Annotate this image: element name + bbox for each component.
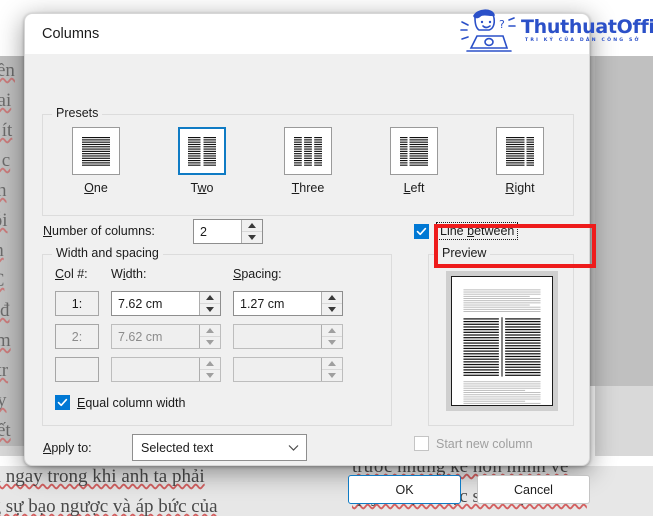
number-of-columns-label: Number of columns: bbox=[43, 224, 155, 238]
preset-one[interactable]: One bbox=[59, 127, 133, 195]
dialog-title-bar: Columns bbox=[25, 14, 589, 54]
start-new-column-checkbox: Start new column bbox=[414, 436, 533, 451]
column-width-field-value: 7.62 cm bbox=[118, 296, 163, 311]
width-spacing-row: 2: 7.62 cm bbox=[55, 324, 343, 349]
line-between-label: Line between bbox=[436, 222, 519, 240]
width-header: Width: bbox=[111, 267, 147, 281]
spinner-down-icon bbox=[322, 337, 342, 348]
spin-buttons bbox=[321, 358, 342, 381]
column-width-field-value: 7.62 cm bbox=[118, 329, 163, 344]
preset-two[interactable]: Two bbox=[165, 127, 239, 195]
width-and-spacing-group: Width and spacing Col #: Width: Spacing:… bbox=[42, 246, 392, 426]
width-and-spacing-group-label: Width and spacing bbox=[52, 246, 163, 260]
columns-dialog: Columns Presets One Two Three Left Right Num… bbox=[24, 13, 596, 504]
column-spacing-field-value: 1.27 cm bbox=[240, 296, 285, 311]
column-number-cell: 2: bbox=[55, 324, 99, 349]
background-text-line: ng sự bạo ngược và áp bức của bbox=[0, 496, 218, 516]
spinner-down-icon bbox=[200, 337, 220, 348]
spacing-header: Spacing: bbox=[233, 267, 282, 281]
width-spacing-row bbox=[55, 357, 343, 382]
checkbox-unchecked-icon bbox=[414, 436, 429, 451]
spinner-down-icon[interactable] bbox=[322, 304, 342, 315]
spinner-down-icon bbox=[200, 370, 220, 381]
left-column-preview[interactable] bbox=[390, 127, 438, 175]
cancel-button[interactable]: Cancel bbox=[477, 475, 590, 504]
dialog-title: Columns bbox=[42, 26, 100, 42]
spinner-up-icon bbox=[200, 358, 220, 370]
spinner-up-icon[interactable] bbox=[200, 292, 220, 304]
spin-buttons bbox=[321, 325, 342, 348]
column-spacing-field bbox=[233, 357, 343, 382]
column-number-cell: 1: bbox=[55, 291, 99, 316]
two-column-preview[interactable] bbox=[178, 127, 226, 175]
right-column-preview[interactable] bbox=[496, 127, 544, 175]
equal-column-width-checkbox[interactable]: Equal column width bbox=[55, 395, 185, 410]
start-new-column-label: Start new column bbox=[436, 436, 533, 451]
presets-row: One Two Three Left Right bbox=[43, 127, 573, 213]
number-of-columns-value: 2 bbox=[200, 224, 207, 239]
col-number-header: Col #: bbox=[55, 267, 88, 281]
preset-label: Two bbox=[190, 181, 214, 195]
preset-three[interactable]: Three bbox=[271, 127, 345, 195]
number-of-columns-spin-buttons[interactable] bbox=[241, 220, 262, 243]
spinner-up-icon bbox=[322, 358, 342, 370]
background-text-bottom-left: nh ngay trong khi anh ta phải ng sự bạo n… bbox=[0, 462, 322, 516]
column-number-cell bbox=[55, 357, 99, 382]
spinner-up-icon[interactable] bbox=[322, 292, 342, 304]
preset-label: One bbox=[84, 181, 108, 195]
background-text-line: nh ngay trong khi anh ta phải bbox=[0, 466, 205, 487]
spinner-up-icon bbox=[322, 325, 342, 337]
spin-buttons[interactable] bbox=[321, 292, 342, 315]
preview-group: Preview bbox=[428, 246, 574, 426]
presets-group-label: Presets bbox=[52, 106, 103, 120]
preset-left[interactable]: Left bbox=[377, 127, 451, 195]
ok-button[interactable]: OK bbox=[348, 475, 461, 504]
spin-buttons bbox=[199, 358, 220, 381]
equal-column-width-label: Equal column width bbox=[77, 395, 186, 410]
spinner-up-icon[interactable] bbox=[242, 220, 262, 232]
line-between-checkbox[interactable]: Line between bbox=[414, 217, 564, 245]
spin-buttons[interactable] bbox=[199, 292, 220, 315]
spinner-down-icon[interactable] bbox=[200, 304, 220, 315]
spinner-up-icon bbox=[200, 325, 220, 337]
column-width-field bbox=[111, 357, 221, 382]
checkbox-checked-icon[interactable] bbox=[55, 395, 70, 410]
one-column-preview[interactable] bbox=[72, 127, 120, 175]
preview-page bbox=[446, 271, 558, 411]
width-spacing-row: 1: 7.62 cm 1.27 cm bbox=[55, 291, 343, 316]
preset-right[interactable]: Right bbox=[483, 127, 557, 195]
preset-label: Three bbox=[291, 181, 325, 195]
number-of-columns-stepper[interactable]: 2 bbox=[193, 219, 263, 244]
three-column-preview[interactable] bbox=[284, 127, 332, 175]
preset-label: Left bbox=[403, 181, 425, 195]
preview-page-content bbox=[451, 276, 553, 407]
spinner-down-icon[interactable] bbox=[242, 232, 262, 243]
column-spacing-field[interactable]: 1.27 cm bbox=[233, 291, 343, 316]
preview-group-label: Preview bbox=[438, 246, 491, 260]
column-width-field[interactable]: 7.62 cm bbox=[111, 291, 221, 316]
apply-to-label: Apply to: bbox=[43, 441, 92, 455]
column-width-field: 7.62 cm bbox=[111, 324, 221, 349]
column-spacing-field bbox=[233, 324, 343, 349]
presets-group: Presets One Two Three Left Right bbox=[42, 106, 574, 216]
apply-to-select[interactable]: Selected text bbox=[132, 434, 307, 461]
apply-to-value: Selected text bbox=[141, 440, 214, 455]
spinner-down-icon bbox=[322, 370, 342, 381]
checkbox-checked-icon[interactable] bbox=[414, 223, 429, 239]
preset-label: Right bbox=[505, 181, 535, 195]
chevron-down-icon[interactable] bbox=[280, 444, 306, 452]
spin-buttons bbox=[199, 325, 220, 348]
